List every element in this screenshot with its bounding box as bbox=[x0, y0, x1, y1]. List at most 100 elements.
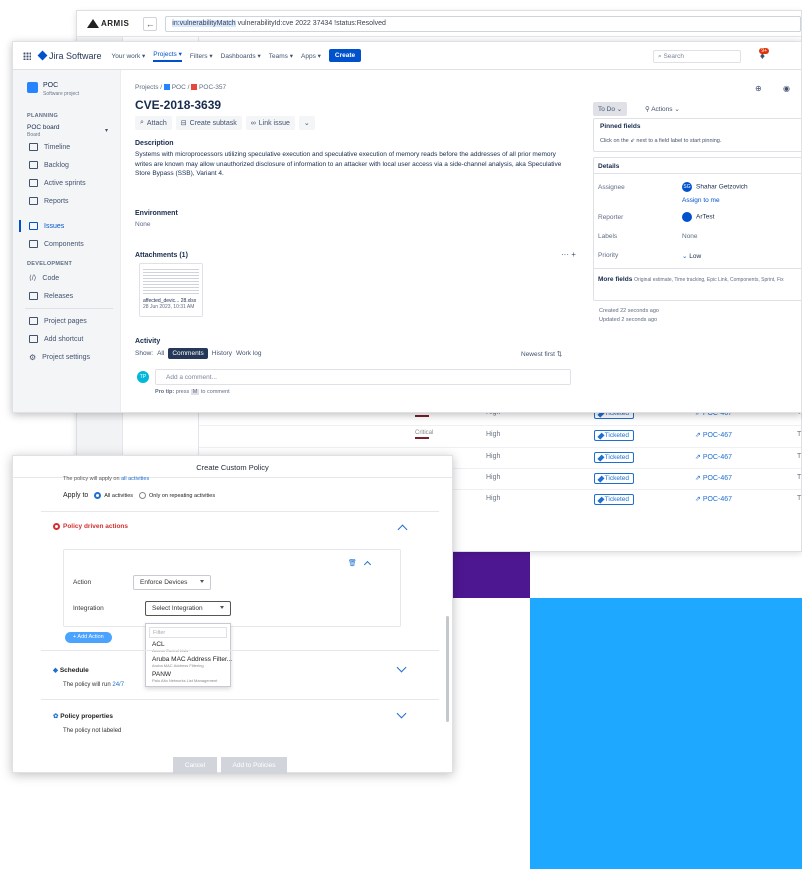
more-fields-row[interactable]: More fields Original estimate, Time trac… bbox=[598, 276, 802, 283]
search-query-input[interactable]: in:vulnerabilityMatch vulnerabilityId:cv… bbox=[165, 15, 801, 32]
breadcrumb-project[interactable]: POC bbox=[172, 84, 186, 91]
table-row[interactable]: Critical High Ticketed ⇗ POC-467 T bbox=[199, 425, 801, 446]
breadcrumb-issue[interactable]: POC-357 bbox=[199, 84, 226, 91]
status-label: Ticketed bbox=[604, 475, 629, 482]
board-chevron-icon[interactable]: ▾ bbox=[105, 127, 108, 134]
search-input[interactable]: ⌕ Search bbox=[653, 50, 741, 63]
radio-repeating[interactable]: Only on repeating activities bbox=[139, 492, 215, 499]
status-badge[interactable]: Ticketed bbox=[594, 494, 634, 505]
ticket-link[interactable]: ⇗ POC-467 bbox=[695, 453, 732, 461]
schedule-link[interactable]: 24/7 bbox=[112, 682, 124, 688]
tab-work-log[interactable]: Work log bbox=[236, 350, 262, 357]
divider bbox=[41, 511, 439, 512]
policy-driven-actions-header[interactable]: Policy driven actions bbox=[53, 523, 128, 530]
sidebar-divider bbox=[25, 308, 113, 309]
delete-icon[interactable]: 🗑 bbox=[348, 559, 357, 567]
filter-input[interactable]: Filter bbox=[149, 627, 227, 638]
sidebar-item-issues[interactable]: Issues bbox=[29, 222, 64, 230]
collapse-chevron-icon[interactable] bbox=[397, 524, 408, 535]
cancel-button[interactable]: Cancel bbox=[173, 757, 217, 774]
labels-label: Labels bbox=[598, 233, 618, 240]
reporter-field[interactable]: ArTest bbox=[682, 212, 714, 222]
radio-repeat-label: Only on repeating activities bbox=[149, 492, 216, 499]
more-actions-button[interactable]: ⌄ bbox=[298, 116, 315, 130]
nav-apps[interactable]: Apps ▾ bbox=[301, 52, 321, 60]
status-badge[interactable]: Ticketed bbox=[594, 473, 634, 484]
issue-main: Projects / POC / POC-357 CVE-2018-3639 ⌕… bbox=[133, 70, 585, 412]
back-arrow-icon[interactable]: ← bbox=[143, 16, 158, 31]
comment-input[interactable]: Add a comment... bbox=[155, 369, 571, 385]
sidebar-item-project-pages[interactable]: Project pages bbox=[29, 317, 87, 325]
project-name[interactable]: POC bbox=[43, 82, 58, 89]
sort-toggle[interactable]: Newest first ⇅ bbox=[521, 350, 562, 358]
jira-logo[interactable]: Jira Software bbox=[37, 51, 102, 61]
ticket-link[interactable]: ⇗ POC-467 bbox=[695, 431, 732, 439]
attach-button[interactable]: ⌕ Attach bbox=[135, 116, 172, 130]
status-dropdown[interactable]: To Do ⌄ bbox=[593, 102, 628, 116]
status-badge[interactable]: Ticketed bbox=[594, 430, 634, 441]
option-aruba[interactable]: Aruba MAC Address Filter... Aruba MAC Add… bbox=[152, 656, 232, 668]
eye-icon[interactable]: ◉ bbox=[783, 84, 790, 93]
divider bbox=[41, 650, 439, 651]
add-action-button[interactable]: + Add Action bbox=[65, 632, 112, 643]
assign-to-me-link[interactable]: Assign to me bbox=[682, 197, 720, 204]
development-heading: DEVELOPMENT bbox=[27, 261, 73, 267]
priority-field[interactable]: ⌄ Low bbox=[682, 252, 701, 260]
sidebar-item-backlog[interactable]: Backlog bbox=[29, 161, 69, 169]
sidebar-item-code[interactable]: ⟨/⟩ Code bbox=[29, 274, 60, 283]
action-select[interactable]: Enforce Devices bbox=[133, 575, 211, 590]
nav-your-work[interactable]: Your work ▾ bbox=[112, 52, 146, 60]
actions-menu[interactable]: ⚲ Actions ⌄ bbox=[645, 105, 680, 113]
add-to-policies-button[interactable]: Add to Policies bbox=[221, 757, 287, 774]
schedule-note: The policy will run 24/7 bbox=[63, 682, 124, 688]
option-panw[interactable]: PANW Palo Alto Networks List Management bbox=[152, 671, 217, 683]
watch-icon[interactable]: ⊕ bbox=[755, 84, 762, 93]
sidebar-item-timeline[interactable]: Timeline bbox=[29, 143, 70, 151]
tab-history[interactable]: History bbox=[212, 350, 232, 357]
sidebar-item-add-shortcut[interactable]: Add shortcut bbox=[29, 335, 83, 343]
severity-label: Critical bbox=[415, 430, 434, 436]
attachment-menu[interactable]: ··· + bbox=[561, 250, 576, 259]
nav-projects[interactable]: Projects ▾ bbox=[153, 50, 182, 62]
create-subtask-button[interactable]: ⊟ Create subtask bbox=[175, 116, 242, 130]
board-name[interactable]: POC board bbox=[27, 124, 60, 131]
radio-all-activities[interactable]: All activities bbox=[94, 492, 133, 499]
status-badge[interactable]: Ticketed bbox=[594, 452, 634, 463]
modal-scrollbar[interactable] bbox=[446, 616, 449, 722]
environment-label: Environment bbox=[135, 210, 178, 217]
ticket-link[interactable]: ⇗ POC-467 bbox=[695, 474, 732, 482]
integration-select[interactable]: Select Integration bbox=[145, 601, 231, 616]
attachment-card[interactable]: affected_devic... 28.xlsx 28 Jun 2023, 1… bbox=[139, 263, 203, 317]
schedule-header[interactable]: ◆ Schedule bbox=[53, 666, 89, 674]
apply-note-link[interactable]: all activities bbox=[121, 476, 149, 482]
sidebar-item-active-sprints[interactable]: Active sprints bbox=[29, 179, 86, 187]
attachment-date: 28 Jun 2023, 10:31 AM bbox=[143, 304, 195, 310]
expand-chevron-icon[interactable] bbox=[396, 708, 407, 719]
option-acl[interactable]: ACLAccess Control Lists bbox=[152, 641, 188, 653]
expand-chevron-icon[interactable] bbox=[396, 662, 407, 673]
ticket-link[interactable]: ⇗ POC-467 bbox=[695, 495, 732, 503]
labels-value[interactable]: None bbox=[682, 233, 698, 240]
breadcrumb-projects[interactable]: Projects bbox=[135, 84, 158, 91]
nav-dashboards[interactable]: Dashboards ▾ bbox=[221, 52, 261, 60]
assignee-field[interactable]: SG Shahar Getzovich bbox=[682, 182, 748, 192]
sidebar-item-components[interactable]: Components bbox=[29, 240, 84, 248]
sidebar-item-reports[interactable]: Reports bbox=[29, 197, 69, 205]
sidebar-item-label: Reports bbox=[44, 197, 69, 205]
policy-properties-header[interactable]: ✿ Policy properties bbox=[53, 712, 113, 720]
link-issue-button[interactable]: ∞ Link issue bbox=[245, 116, 295, 130]
properties-icon: ✿ bbox=[53, 713, 59, 720]
sidebar-item-releases[interactable]: Releases bbox=[29, 292, 73, 300]
issue-title[interactable]: CVE-2018-3639 bbox=[135, 98, 221, 112]
nav-teams[interactable]: Teams ▾ bbox=[269, 52, 293, 60]
sidebar-item-project-settings[interactable]: ⚙ Project settings bbox=[29, 353, 90, 362]
more-fields-label: More fields bbox=[598, 276, 633, 283]
description-text[interactable]: Systems with microprocessors utilizing s… bbox=[135, 150, 573, 179]
create-button[interactable]: Create bbox=[328, 49, 362, 62]
environment-value[interactable]: None bbox=[135, 221, 151, 228]
app-switcher-icon[interactable] bbox=[23, 51, 31, 60]
tab-all[interactable]: All bbox=[157, 350, 164, 357]
sidebar-item-label: Code bbox=[42, 274, 60, 282]
nav-filters[interactable]: Filters ▾ bbox=[190, 52, 213, 60]
tab-comments[interactable]: Comments bbox=[168, 348, 208, 359]
